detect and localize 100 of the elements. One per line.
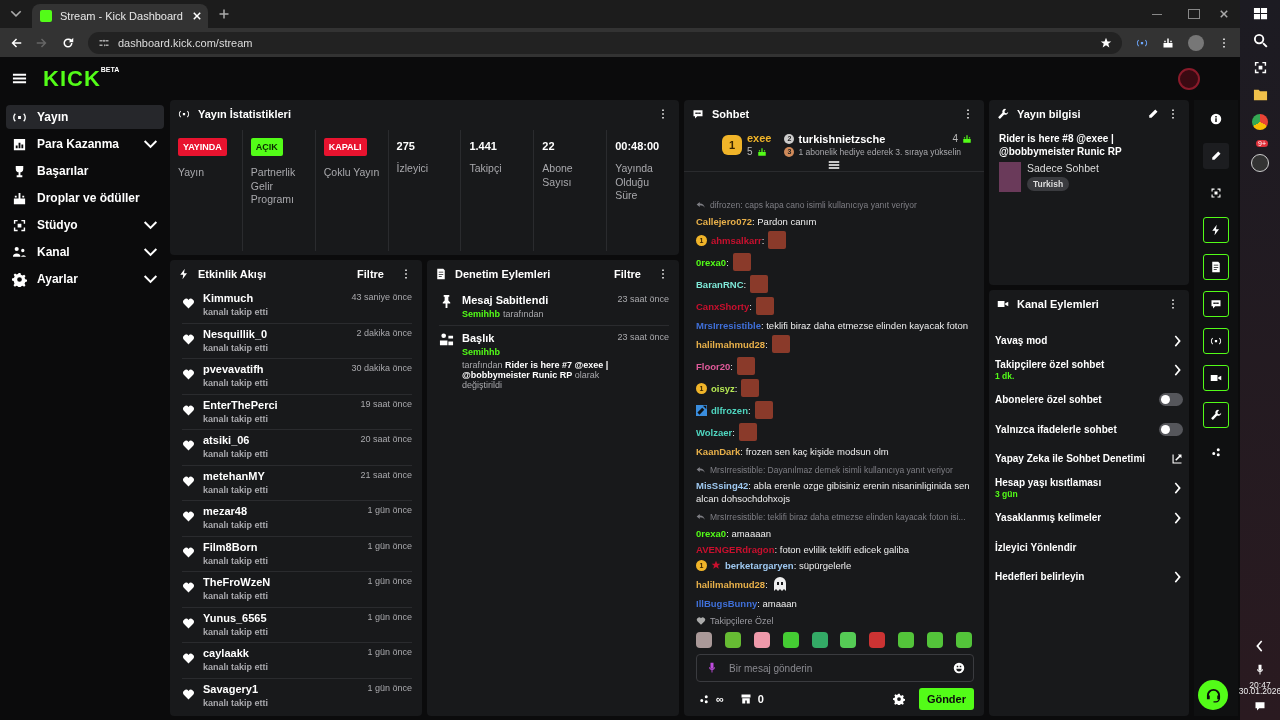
stat-value: 275	[396, 139, 415, 152]
task-view-icon[interactable]	[1252, 60, 1268, 75]
info-icon	[1210, 113, 1222, 125]
setting-value: 3 gün	[995, 489, 1019, 500]
filter-button[interactable]: Filtre	[614, 268, 641, 280]
new-tab-icon[interactable]	[218, 8, 230, 20]
chat-message: IllBugsBunny: amaaan	[696, 596, 797, 610]
channel-action-label[interactable]: Abonelere özel sohbet	[995, 394, 1153, 406]
pencil-icon[interactable]	[1147, 108, 1159, 120]
timestamp: 1 gün önce	[367, 505, 412, 515]
settings-icon[interactable]	[892, 693, 905, 705]
user-card-icon	[439, 332, 454, 347]
channel-action-label[interactable]: Yasaklanmış kelimeler	[995, 512, 1165, 524]
stat-value: 22	[542, 139, 555, 152]
send-button[interactable]: Gönder	[918, 688, 974, 710]
pencil-icon	[1210, 150, 1222, 162]
windows-icon[interactable]	[1252, 6, 1268, 21]
back-icon[interactable]	[10, 36, 22, 49]
activity-text: kanalı takip etti	[203, 484, 270, 495]
sidebar-item[interactable]: Para Kazanma	[6, 132, 164, 156]
heart-icon	[182, 545, 195, 559]
sidebar-item[interactable]: Kanal	[6, 240, 164, 264]
store-icon[interactable]	[739, 693, 752, 705]
timestamp: 23 saat önce	[617, 332, 669, 342]
channel-action-label[interactable]: Takipçilere özel sohbet	[995, 359, 1165, 371]
document-button[interactable]	[1203, 254, 1229, 280]
sidebar-item[interactable]: Başarılar	[6, 159, 164, 183]
setting-value: 1 dk.	[995, 371, 1016, 382]
follower-name: caylaakk	[203, 647, 250, 659]
broadcast-icon	[178, 108, 190, 120]
timestamp: 1 gün önce	[367, 540, 412, 551]
category-name: Sadece Sohbet	[1027, 162, 1099, 174]
notifications-icon[interactable]	[1254, 700, 1266, 712]
recorder-app-icon[interactable]	[1251, 154, 1269, 172]
channel-action-label[interactable]: Yapay Zeka ile Sohbet Denetimi	[995, 453, 1165, 465]
channel-action-label[interactable]: Yavaş mod	[995, 335, 1165, 347]
emoji-icon[interactable]	[953, 662, 965, 674]
sidebar-item[interactable]: Ayarlar	[6, 267, 164, 291]
panel-title: Yayın bilgisi	[1017, 108, 1081, 120]
pencil-button[interactable]	[1203, 143, 1229, 169]
heart-icon	[182, 581, 195, 594]
sword-icon	[696, 404, 707, 416]
profile-avatar[interactable]	[1188, 34, 1204, 51]
chat-bubble-button[interactable]	[1203, 291, 1229, 317]
collapse-icon[interactable]	[828, 159, 840, 171]
wrench-button[interactable]	[1203, 402, 1229, 428]
emote-image[interactable]	[696, 632, 712, 648]
chart-icon	[12, 136, 27, 152]
toggle-switch[interactable]	[1159, 422, 1183, 436]
message-input[interactable]: Bir mesaj gönderin	[696, 654, 974, 682]
search-icon[interactable]	[1252, 33, 1268, 48]
minimize-icon[interactable]	[1152, 13, 1162, 15]
lightning-button[interactable]	[1203, 217, 1229, 243]
emote-image[interactable]	[782, 632, 799, 648]
timestamp: 43 saniye önce	[351, 292, 412, 302]
close-icon[interactable]	[190, 10, 203, 22]
emote-image[interactable]	[927, 632, 943, 648]
folder-icon[interactable]	[1252, 87, 1268, 102]
emote-image[interactable]	[811, 632, 828, 648]
timestamp: 23 saat önce	[617, 294, 669, 304]
sidebar-item[interactable]: Stüdyo	[6, 213, 164, 237]
chat-message: AVENGERdragon: foton evlilik teklifi edicek galiba	[696, 542, 910, 556]
filter-button[interactable]: Filtre	[357, 268, 384, 280]
channel-action-label[interactable]: Hesap yaşı kısıtlaması	[995, 477, 1165, 489]
follower-name: metehanMY	[203, 469, 266, 482]
kick-logo[interactable]: KICK	[43, 65, 101, 92]
toggle-switch[interactable]	[1159, 393, 1183, 407]
sidebar-item[interactable]: Droplar ve ödüller	[6, 186, 164, 210]
lightning-icon	[1210, 224, 1222, 236]
chat-message: KaanDark: frozen sen kaç kişide modsun olm	[696, 444, 889, 458]
camera-button[interactable]	[1203, 365, 1229, 391]
follower-name: TheFroWzeN	[203, 576, 272, 588]
rank-badge: 1	[722, 134, 742, 155]
star-icon[interactable]	[1100, 36, 1112, 49]
activity-text: kanalı takip etti	[203, 307, 270, 317]
browser-app-icon[interactable]	[1252, 114, 1268, 130]
dots-icon[interactable]	[698, 693, 710, 705]
tab-list-icon[interactable]	[10, 8, 22, 20]
emote-image[interactable]	[753, 632, 770, 648]
menu-icon[interactable]	[12, 71, 27, 86]
heart-icon	[182, 474, 195, 488]
heart-icon	[696, 616, 706, 626]
moderator-name: Semihhb	[462, 347, 500, 357]
activity-text: kanalı takip etti	[203, 662, 270, 672]
channel-action-label[interactable]: Yalnızca ifadelerle sohbet	[995, 423, 1153, 435]
channel-action-label[interactable]: İzleyici Yönlendir	[995, 541, 1183, 553]
reload-icon[interactable]	[62, 36, 74, 49]
sidebar-item[interactable]: Yayın	[6, 105, 164, 129]
emote-image[interactable]	[955, 632, 972, 648]
emote-image[interactable]	[724, 632, 741, 648]
emote-image[interactable]	[898, 632, 915, 648]
channel-action-label[interactable]: Hedefleri belirleyin	[995, 571, 1165, 583]
broadcast-button[interactable]	[1203, 328, 1229, 354]
browser-tab[interactable]: Stream - Kick Dashboard	[32, 4, 208, 28]
emote-image[interactable]	[840, 632, 857, 648]
chat-message: berketargaryen: süpürgelerle	[725, 558, 852, 572]
restore-icon[interactable]	[1188, 9, 1200, 19]
external-link-icon[interactable]	[1171, 452, 1183, 465]
close-icon[interactable]	[1218, 8, 1230, 20]
address-field[interactable]: dashboard.kick.com/stream	[88, 31, 1122, 54]
